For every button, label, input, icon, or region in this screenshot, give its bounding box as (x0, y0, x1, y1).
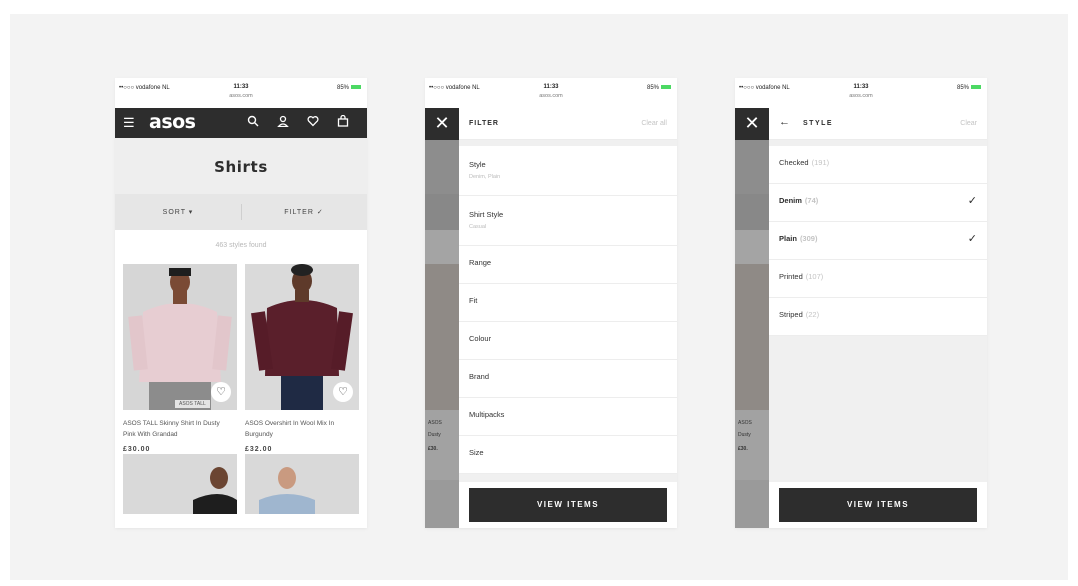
account-icon[interactable] (277, 115, 289, 130)
filter-item-colour[interactable]: Colour (459, 322, 677, 360)
product-card[interactable]: ♡ ASOS Overshirt In Wool Mix In Burgundy… (245, 264, 359, 453)
wishlist-icon[interactable] (307, 115, 319, 130)
product-image[interactable] (245, 454, 359, 514)
style-title: STYLE (803, 120, 834, 127)
clear-all-button[interactable]: Clear all (641, 120, 667, 127)
view-items-button[interactable]: VIEW ITEMS (469, 488, 667, 522)
results-count: 463 styles found (215, 242, 267, 249)
checkmark-icon: ✓ (967, 195, 977, 207)
battery-indicator: 85% (957, 85, 981, 91)
filter-item-range[interactable]: Range (459, 246, 677, 284)
filter-button[interactable]: FILTER ✓ (241, 208, 367, 216)
product-grid: ASOS TALL ♡ ASOS TALL Skinny Shirt In Du… (115, 264, 367, 484)
style-option-printed[interactable]: Printed (107) (769, 260, 987, 298)
filter-item-style[interactable]: Style Denim, Plain (459, 146, 677, 196)
save-heart-icon[interactable]: ♡ (333, 382, 353, 402)
ghost-text: £30. (428, 446, 438, 452)
product-tag: ASOS TALL (175, 400, 210, 408)
phone-style: ••○○○ vodafone NL 11:33 asos.com 85% ASO… (735, 78, 987, 528)
ghost-text: ASOS (428, 420, 442, 426)
background-overlay: ASOS Dusty £30. (735, 108, 769, 528)
page-title: Shirts (115, 138, 367, 194)
style-option-striped[interactable]: Striped (22) (769, 298, 987, 336)
ghost-text: Dusty (738, 432, 751, 438)
search-icon[interactable] (247, 115, 259, 130)
status-bar: ••○○○ vodafone NL 11:33 asos.com 85% (425, 78, 677, 108)
filter-header: FILTER Clear all (459, 108, 677, 140)
battery-indicator: 85% (337, 85, 361, 91)
close-icon[interactable]: ✕ (735, 108, 769, 140)
filter-item-fit[interactable]: Fit (459, 284, 677, 322)
sort-button[interactable]: SORT ▾ (115, 208, 241, 216)
battery-icon (971, 85, 981, 90)
background-overlay: ASOS Dusty £30. (425, 108, 459, 528)
clock: 11:33 (853, 84, 869, 90)
ghost-text: £30. (738, 446, 748, 452)
filter-item-shirt-style[interactable]: Shirt Style Casual (459, 196, 677, 246)
back-arrow-icon[interactable]: ← (779, 116, 790, 128)
url-label: asos.com (229, 93, 253, 99)
filter-item-size[interactable]: Size (459, 436, 677, 474)
status-bar: ••○○○ vodafone NL 11:33 asos.com 85% (735, 78, 987, 108)
battery-indicator: 85% (647, 85, 671, 91)
style-option-denim[interactable]: Denim (74) ✓ (769, 184, 987, 222)
battery-icon (351, 85, 361, 90)
product-card[interactable]: ASOS TALL ♡ ASOS TALL Skinny Shirt In Du… (123, 264, 237, 453)
battery-icon (661, 85, 671, 90)
product-image[interactable]: ♡ (245, 264, 359, 410)
style-panel: ← STYLE Clear Checked (191) Denim (74) ✓ Pl… (769, 108, 987, 528)
filter-list: Style Denim, Plain Shirt Style Casual Rang… (459, 146, 677, 474)
filter-panel: FILTER Clear all Style Denim, Plain Shirt… (459, 108, 677, 528)
view-items-button[interactable]: VIEW ITEMS (779, 488, 977, 522)
style-option-plain[interactable]: Plain (309) ✓ (769, 222, 987, 260)
sort-filter-bar: SORT ▾ FILTER ✓ (115, 194, 367, 230)
url-label: asos.com (849, 93, 873, 99)
product-name[interactable]: ASOS TALL Skinny Shirt In Dusty Pink Wit… (123, 418, 237, 440)
ghost-text: ASOS (738, 420, 752, 426)
filter-item-brand[interactable]: Brand (459, 360, 677, 398)
bag-icon[interactable] (337, 114, 349, 130)
style-option-checked[interactable]: Checked (191) (769, 146, 987, 184)
top-nav: ☰ asos (115, 108, 367, 138)
product-image[interactable] (123, 454, 237, 514)
clear-button[interactable]: Clear (960, 120, 977, 127)
ghost-text: Dusty (428, 432, 441, 438)
style-options: Checked (191) Denim (74) ✓ Plain (309) ✓ Prin… (769, 146, 987, 336)
clock: 11:33 (233, 84, 249, 90)
hamburger-icon[interactable]: ☰ (123, 115, 135, 131)
close-icon[interactable]: ✕ (425, 108, 459, 140)
product-price: £32.00 (245, 446, 273, 453)
product-image[interactable]: ASOS TALL ♡ (123, 264, 237, 410)
save-heart-icon[interactable]: ♡ (211, 382, 231, 402)
phone-browse: ••○○○ vodafone NL 11:33 asos.com 85% ☰ a… (115, 78, 367, 528)
product-name[interactable]: ASOS Overshirt In Wool Mix In Burgundy (245, 418, 359, 440)
filter-title: FILTER (469, 120, 499, 127)
clock: 11:33 (543, 84, 559, 90)
product-price: £30.00 (123, 446, 151, 453)
checkmark-icon: ✓ (967, 233, 977, 245)
filter-item-multipacks[interactable]: Multipacks (459, 398, 677, 436)
url-label: asos.com (539, 93, 563, 99)
status-bar: ••○○○ vodafone NL 11:33 asos.com 85% (115, 78, 367, 108)
asos-logo[interactable]: asos (149, 111, 196, 133)
style-header: ← STYLE Clear (769, 108, 987, 140)
phone-filter: ••○○○ vodafone NL 11:33 asos.com 85% ASO… (425, 78, 677, 528)
